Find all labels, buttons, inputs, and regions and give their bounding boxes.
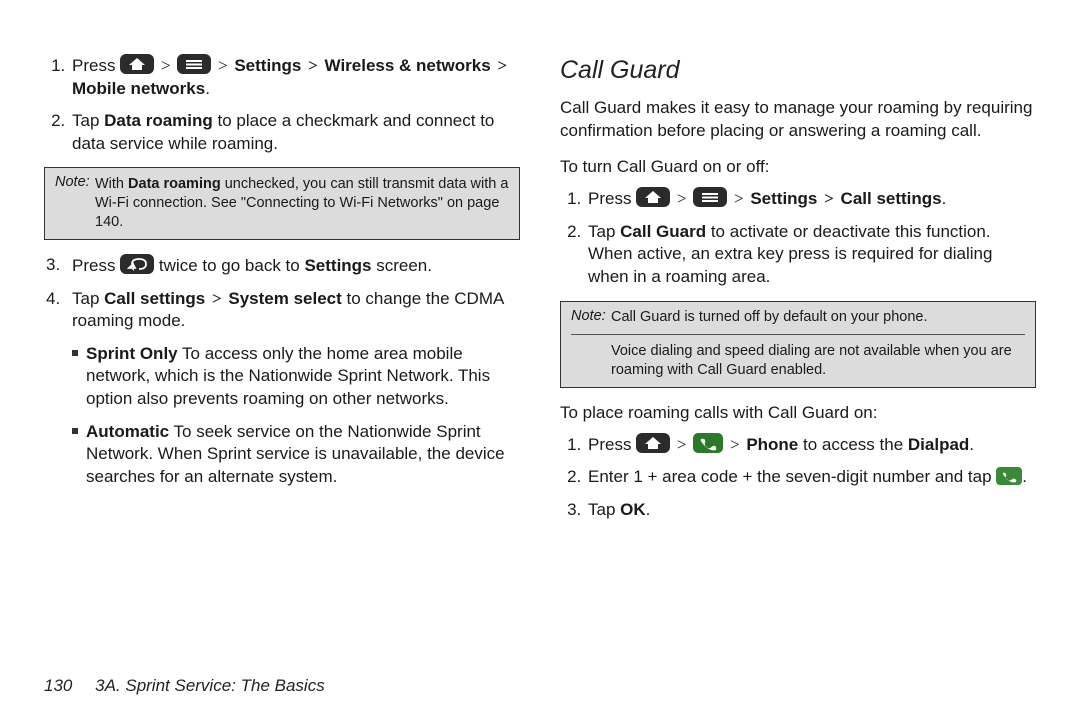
note-line1: Call Guard is turned off by default on y… bbox=[611, 308, 1025, 327]
label-data-roaming: Data roaming bbox=[104, 111, 213, 130]
step-1: Press > > Settings > Wireless & networks… bbox=[70, 54, 520, 100]
note-call-guard: Note: Call Guard is turned off by defaul… bbox=[560, 301, 1036, 389]
text: Enter 1 + area code + the seven-digit nu… bbox=[588, 467, 996, 486]
subhead-turn-on-off: To turn Call Guard on or off: bbox=[560, 156, 1036, 179]
gt-icon: > bbox=[216, 56, 230, 75]
label-ok: OK bbox=[620, 500, 646, 519]
gt-icon: > bbox=[675, 435, 689, 454]
text: twice to go back to bbox=[159, 256, 305, 275]
label-dialpad: Dialpad bbox=[908, 435, 969, 454]
label-sprint-only: Sprint Only bbox=[86, 344, 178, 363]
path-mobile: Mobile networks bbox=[72, 79, 205, 98]
step-1: Press > > Settings > Call settings. bbox=[586, 187, 1036, 211]
path-settings: Settings bbox=[234, 56, 301, 75]
step-2: Tap Data roaming to place a checkmark an… bbox=[70, 110, 520, 155]
right-column: Call Guard Call Guard makes it easy to m… bbox=[560, 54, 1036, 590]
gt-icon: > bbox=[159, 56, 173, 75]
path-settings: Settings bbox=[750, 189, 817, 208]
label-phone: Phone bbox=[746, 435, 798, 454]
label-automatic: Automatic bbox=[86, 422, 169, 441]
path-call-settings: Call settings bbox=[841, 189, 942, 208]
dial-key-icon bbox=[996, 467, 1022, 485]
text: Press bbox=[588, 189, 631, 208]
subhead-place-calls: To place roaming calls with Call Guard o… bbox=[560, 402, 1036, 425]
text: . bbox=[646, 500, 651, 519]
menu-key-icon bbox=[177, 54, 211, 74]
note-label: Note: bbox=[571, 308, 606, 324]
home-key-icon bbox=[636, 433, 670, 453]
footer-title: 3A. Sprint Service: The Basics bbox=[95, 676, 325, 695]
note-data-roaming: Note: With Data roaming unchecked, you c… bbox=[44, 167, 520, 240]
text: . bbox=[969, 435, 974, 454]
label-call-settings: Call settings bbox=[104, 289, 205, 308]
gt-icon: > bbox=[822, 189, 836, 208]
heading-call-guard: Call Guard bbox=[560, 54, 1036, 87]
text: Tap bbox=[72, 289, 104, 308]
gt-icon: > bbox=[732, 189, 746, 208]
gt-icon: > bbox=[675, 189, 689, 208]
place-call-steps: Press > > Phone to access the Dialpad. E… bbox=[560, 433, 1036, 522]
step-4: Tap Call settings > System select to cha… bbox=[70, 288, 520, 489]
intro-paragraph: Call Guard makes it easy to manage your … bbox=[560, 97, 1036, 142]
page-number: 130 bbox=[44, 676, 72, 695]
text: Tap bbox=[588, 222, 620, 241]
step-3: Press twice to go back to Settings scree… bbox=[70, 254, 520, 278]
roaming-mode-list: Sprint Only To access only the home area… bbox=[72, 343, 520, 489]
divider bbox=[571, 334, 1025, 335]
back-key-icon bbox=[120, 254, 154, 274]
home-key-icon bbox=[636, 187, 670, 207]
text: Press bbox=[72, 56, 115, 75]
menu-key-icon bbox=[693, 187, 727, 207]
text: Tap bbox=[588, 500, 620, 519]
left-steps-3-4: Press twice to go back to Settings scree… bbox=[44, 254, 520, 488]
label-system-select: System select bbox=[228, 289, 341, 308]
gt-icon: > bbox=[495, 56, 509, 75]
turn-onoff-steps: Press > > Settings > Call settings. Tap … bbox=[560, 187, 1036, 288]
step-3: Tap OK. bbox=[586, 499, 1036, 522]
left-steps-1-2: Press > > Settings > Wireless & networks… bbox=[44, 54, 520, 155]
path-wireless: Wireless & networks bbox=[325, 56, 491, 75]
text: . bbox=[1022, 467, 1027, 486]
list-item: Sprint Only To access only the home area… bbox=[72, 343, 520, 411]
list-item: Automatic To seek service on the Nationw… bbox=[72, 421, 520, 489]
text: Press bbox=[72, 256, 120, 275]
phone-key-icon bbox=[693, 433, 723, 453]
label-call-guard: Call Guard bbox=[620, 222, 706, 241]
left-column: Press > > Settings > Wireless & networks… bbox=[44, 54, 520, 590]
gt-icon: > bbox=[306, 56, 320, 75]
step-2: Tap Call Guard to activate or deactivate… bbox=[586, 221, 1036, 289]
gt-icon: > bbox=[210, 289, 224, 308]
gt-icon: > bbox=[728, 435, 742, 454]
text: to access the bbox=[798, 435, 908, 454]
text: screen. bbox=[372, 256, 432, 275]
step-1: Press > > Phone to access the Dialpad. bbox=[586, 433, 1036, 457]
step-2: Enter 1 + area code + the seven-digit nu… bbox=[586, 466, 1036, 489]
text: Tap bbox=[72, 111, 104, 130]
label-settings: Settings bbox=[304, 256, 371, 275]
note-body: With Data roaming unchecked, you can sti… bbox=[95, 175, 509, 232]
home-key-icon bbox=[120, 54, 154, 74]
note-label: Note: bbox=[55, 174, 90, 190]
page-footer: 130 3A. Sprint Service: The Basics bbox=[44, 675, 325, 698]
note-line2: Voice dialing and speed dialing are not … bbox=[611, 342, 1025, 380]
text: Press bbox=[588, 435, 636, 454]
